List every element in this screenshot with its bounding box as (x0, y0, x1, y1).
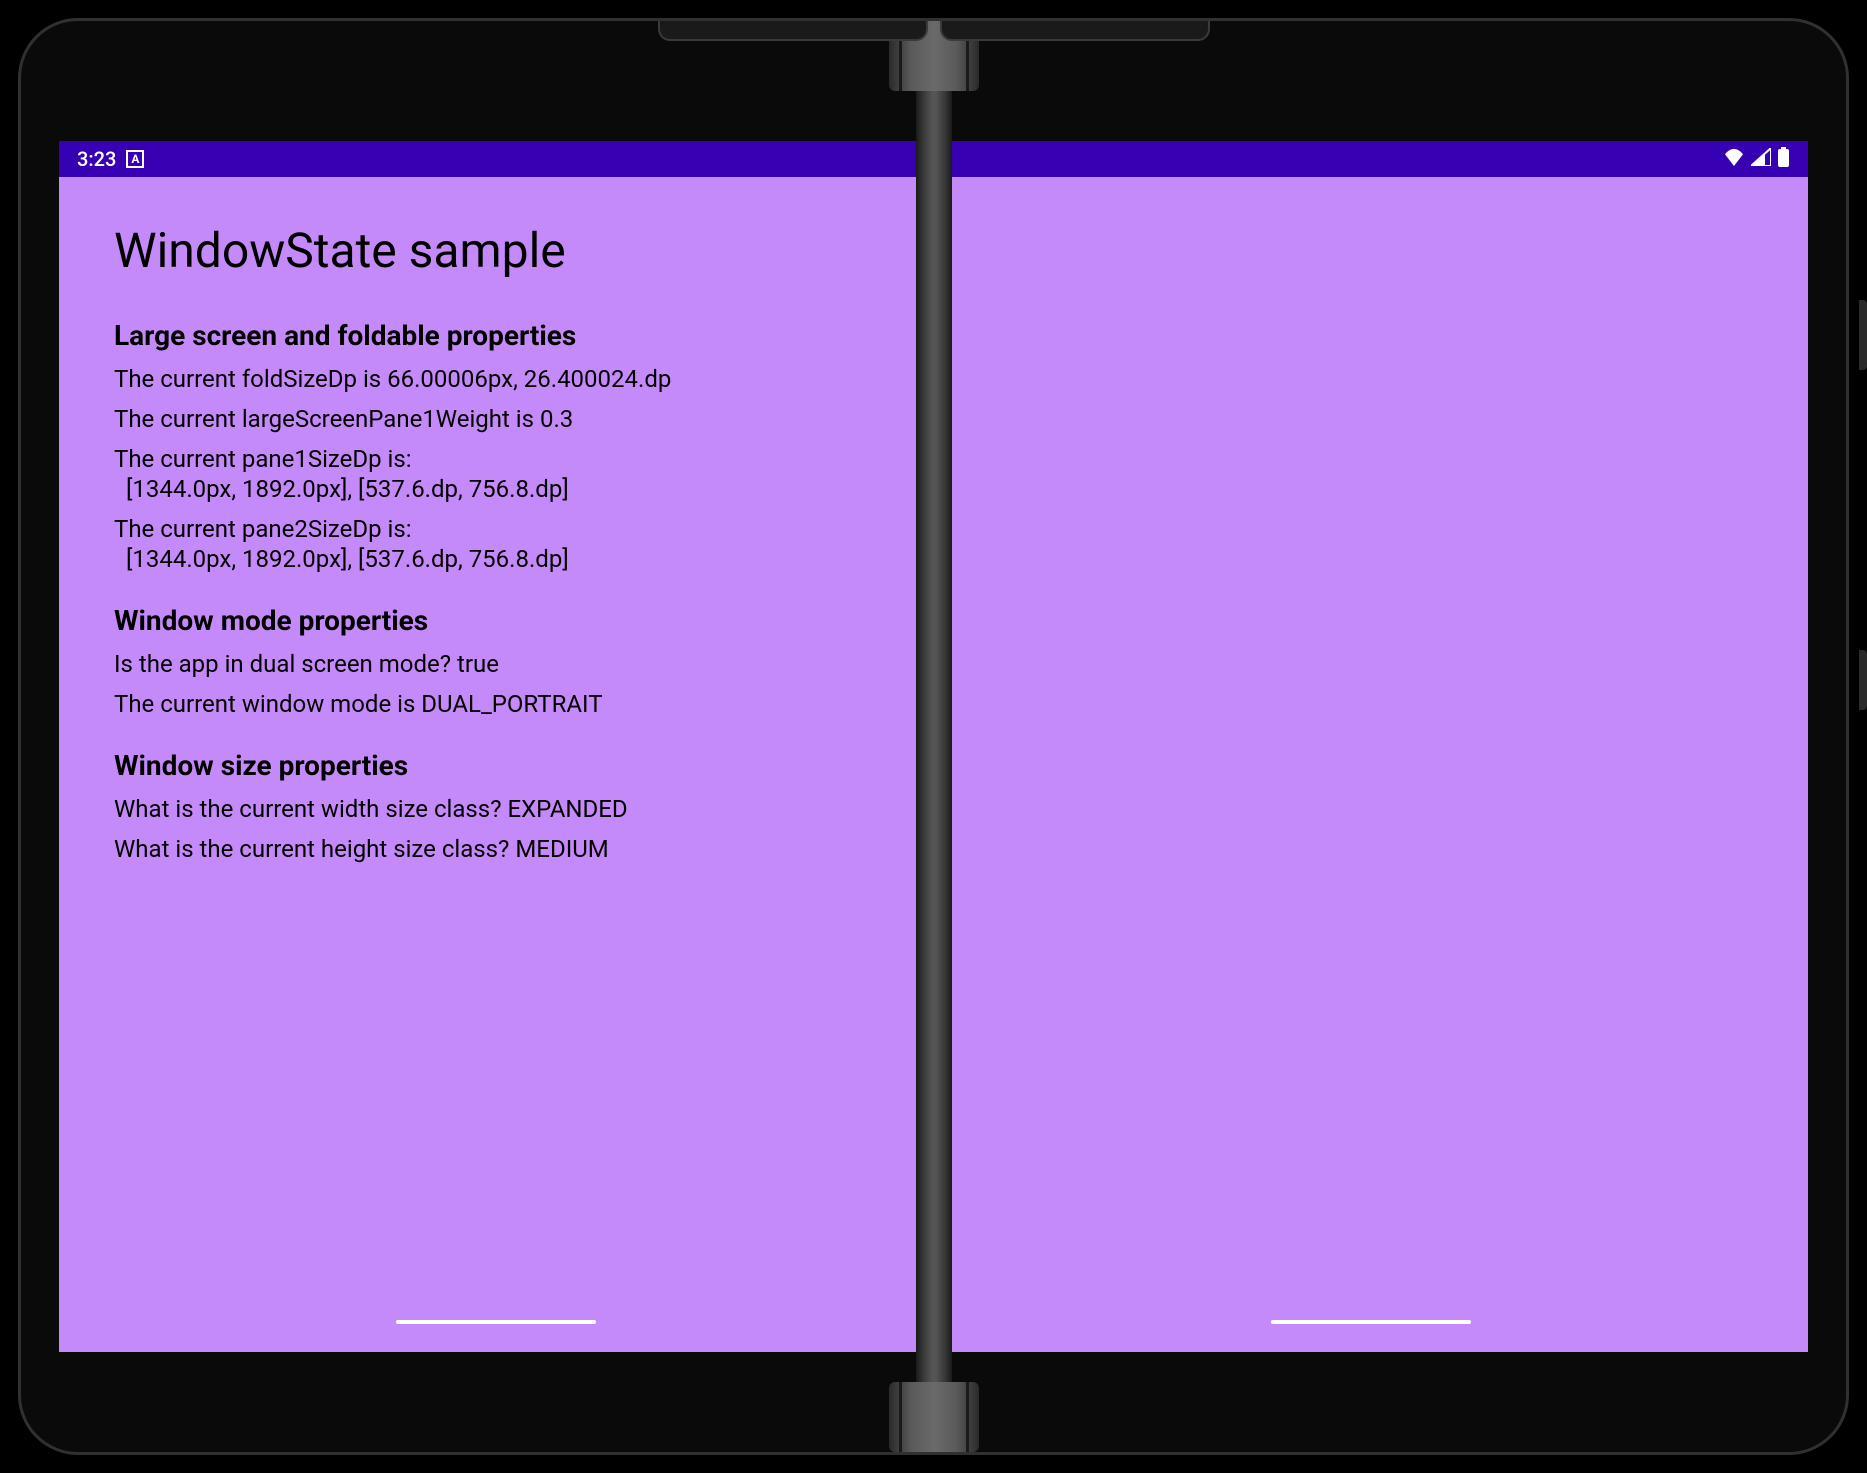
wifi-icon (1723, 147, 1745, 171)
home-indicator-right[interactable] (1271, 1320, 1471, 1324)
prop-pane1-size: The current pane1SizeDp is: [1344.0px, 1… (114, 444, 879, 504)
prop-fold-size: The current foldSizeDp is 66.00006px, 26… (114, 364, 879, 394)
prop-pane2-size: The current pane2SizeDp is: [1344.0px, 1… (114, 514, 879, 574)
prop-width-class: What is the current width size class? EX… (114, 794, 879, 824)
heading-window-size: Window size properties (114, 749, 879, 782)
status-left-group: 3:23 A (77, 147, 144, 171)
notch-right (940, 21, 1210, 41)
status-right-group (1723, 147, 1790, 172)
prop-dual-screen: Is the app in dual screen mode? true (114, 649, 879, 679)
notch-left (658, 21, 928, 41)
prop-pane2-size-label: The current pane2SizeDp is: (114, 515, 412, 543)
hinge (906, 21, 962, 1452)
content-left: WindowState sample Large screen and fold… (59, 177, 934, 1352)
pane-right (934, 141, 1809, 1352)
hinge-cap-bottom (889, 1382, 979, 1452)
prop-pane1-size-value: [1344.0px, 1892.0px], [537.6.dp, 756.8.d… (114, 475, 569, 503)
prop-pane2-size-value: [1344.0px, 1892.0px], [537.6.dp, 756.8.d… (114, 545, 569, 573)
pane-left: 3:23 A WindowState sample Large screen a… (59, 141, 934, 1352)
heading-window-mode: Window mode properties (114, 604, 879, 637)
home-indicator-left[interactable] (396, 1320, 596, 1324)
signal-icon (1751, 147, 1771, 171)
prop-height-class: What is the current height size class? M… (114, 834, 879, 864)
device-frame: 3:23 A WindowState sample Large screen a… (18, 18, 1849, 1455)
heading-foldable: Large screen and foldable properties (114, 319, 879, 352)
top-notch (658, 21, 1210, 41)
status-bar-left: 3:23 A (59, 141, 934, 177)
prop-pane1-weight: The current largeScreenPane1Weight is 0.… (114, 404, 879, 434)
battery-icon (1777, 147, 1790, 172)
prop-pane1-size-label: The current pane1SizeDp is: (114, 445, 412, 473)
page-title: WindowState sample (114, 222, 879, 279)
status-badge-icon: A (126, 150, 144, 168)
side-button-2[interactable] (1859, 650, 1867, 710)
prop-window-mode: The current window mode is DUAL_PORTRAIT (114, 689, 879, 719)
side-button-1[interactable] (1859, 300, 1867, 370)
status-time: 3:23 (77, 147, 116, 171)
content-right (934, 177, 1809, 1352)
hinge-bar (916, 91, 952, 1382)
status-bar-right (934, 141, 1809, 177)
